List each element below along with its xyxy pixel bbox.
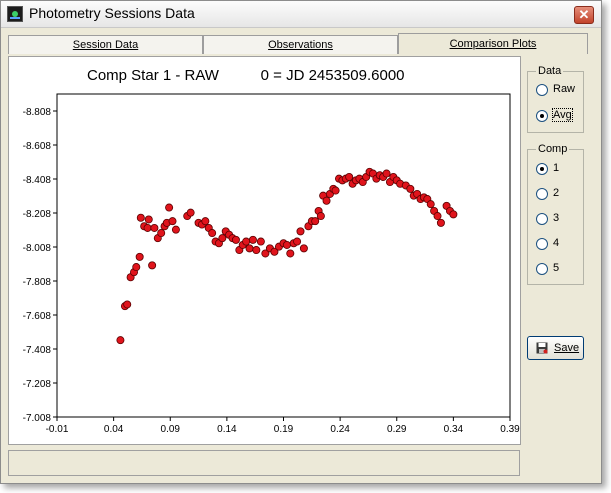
scatter-chart: -8.808 -8.608 -8.408 -8.208 -8.008 -7.808 -7.6… [23, 93, 520, 435]
data-point [282, 240, 291, 249]
data-point [293, 237, 302, 246]
radio-comp-4-label: 4 [553, 237, 560, 249]
data-point [322, 196, 331, 205]
y-tick-label: -8.408 [23, 175, 52, 186]
data-point [296, 227, 305, 236]
data-point [171, 225, 180, 234]
data-point [311, 217, 320, 226]
data-point [436, 218, 445, 227]
data-point [218, 234, 227, 243]
x-tick-label: 0.24 [330, 424, 350, 435]
x-tick-label: 0.09 [161, 424, 181, 435]
x-tick-label: -0.01 [46, 424, 69, 435]
y-tick-label: -8.008 [23, 243, 52, 254]
data-point [406, 184, 415, 193]
radio-comp-4-circle[interactable] [536, 238, 548, 250]
data-point [168, 217, 177, 226]
x-tick-label: 0.39 [500, 424, 520, 435]
save-button[interactable]: Save [527, 336, 584, 360]
y-tick-label: -8.808 [23, 107, 52, 118]
data-group-label: Data [536, 65, 564, 77]
radio-comp-3-label: 3 [553, 212, 560, 224]
data-point [208, 229, 217, 238]
data-point [449, 210, 458, 219]
data-point [248, 235, 257, 244]
data-point [256, 237, 265, 246]
status-bar [8, 450, 520, 476]
comp-group-label: Comp [536, 143, 570, 155]
radio-comp-2-label: 2 [553, 187, 560, 199]
data-group: Data Raw Avg [527, 65, 584, 133]
data-point [150, 223, 159, 232]
radio-raw-label: Raw [553, 83, 576, 95]
data-point [148, 261, 157, 270]
y-tick-label: -7.008 [23, 413, 52, 424]
radio-raw-circle[interactable] [536, 84, 548, 96]
data-point [345, 172, 354, 181]
radio-comp-5-circle[interactable] [536, 263, 548, 275]
radio-comp-5-label: 5 [553, 262, 560, 274]
radio-avg-circle[interactable] [536, 110, 548, 122]
radio-comp-1-circle[interactable] [536, 163, 548, 175]
data-point [316, 212, 325, 221]
data-point [144, 215, 153, 224]
plot-area [56, 93, 511, 418]
radio-comp-1-label: 1 [553, 162, 560, 174]
save-label: Save [554, 342, 580, 354]
data-point [186, 208, 195, 217]
data-point [245, 244, 254, 253]
radio-avg-label: Avg [552, 108, 573, 122]
data-point [165, 203, 174, 212]
y-tick-label: -7.608 [23, 311, 52, 322]
data-point [201, 217, 210, 226]
data-point [382, 169, 391, 178]
x-tick-label: 0.29 [387, 424, 407, 435]
data-point [433, 212, 442, 221]
save-icon [536, 342, 548, 354]
data-point [143, 223, 152, 232]
data-point [299, 244, 308, 253]
data-point [426, 200, 435, 209]
radio-comp-3-circle[interactable] [536, 213, 548, 225]
y-tick-label: -7.408 [23, 345, 52, 356]
x-tick-label: 0.34 [444, 424, 464, 435]
radio-comp-2-circle[interactable] [536, 188, 548, 200]
data-point [252, 246, 261, 255]
photometry-window: Photometry Sessions Data ✕ Session Data … [0, 0, 602, 484]
data-point [286, 249, 295, 258]
data-point [231, 235, 240, 244]
y-tick-label: -7.808 [23, 277, 52, 288]
x-tick-label: 0.04 [104, 424, 124, 435]
data-point [157, 229, 166, 238]
data-point [123, 300, 132, 309]
x-tick-label: 0.14 [217, 424, 237, 435]
data-point [132, 263, 141, 272]
data-point [136, 213, 145, 222]
data-point [331, 186, 340, 195]
comp-group: Comp 1 2 3 4 5 [527, 143, 584, 285]
x-tick-label: 0.19 [274, 424, 294, 435]
data-point [242, 237, 251, 246]
data-point [135, 252, 144, 261]
y-tick-label: -8.208 [23, 209, 52, 220]
data-point [116, 336, 125, 345]
y-tick-label: -7.208 [23, 379, 52, 390]
y-tick-label: -8.608 [23, 141, 52, 152]
